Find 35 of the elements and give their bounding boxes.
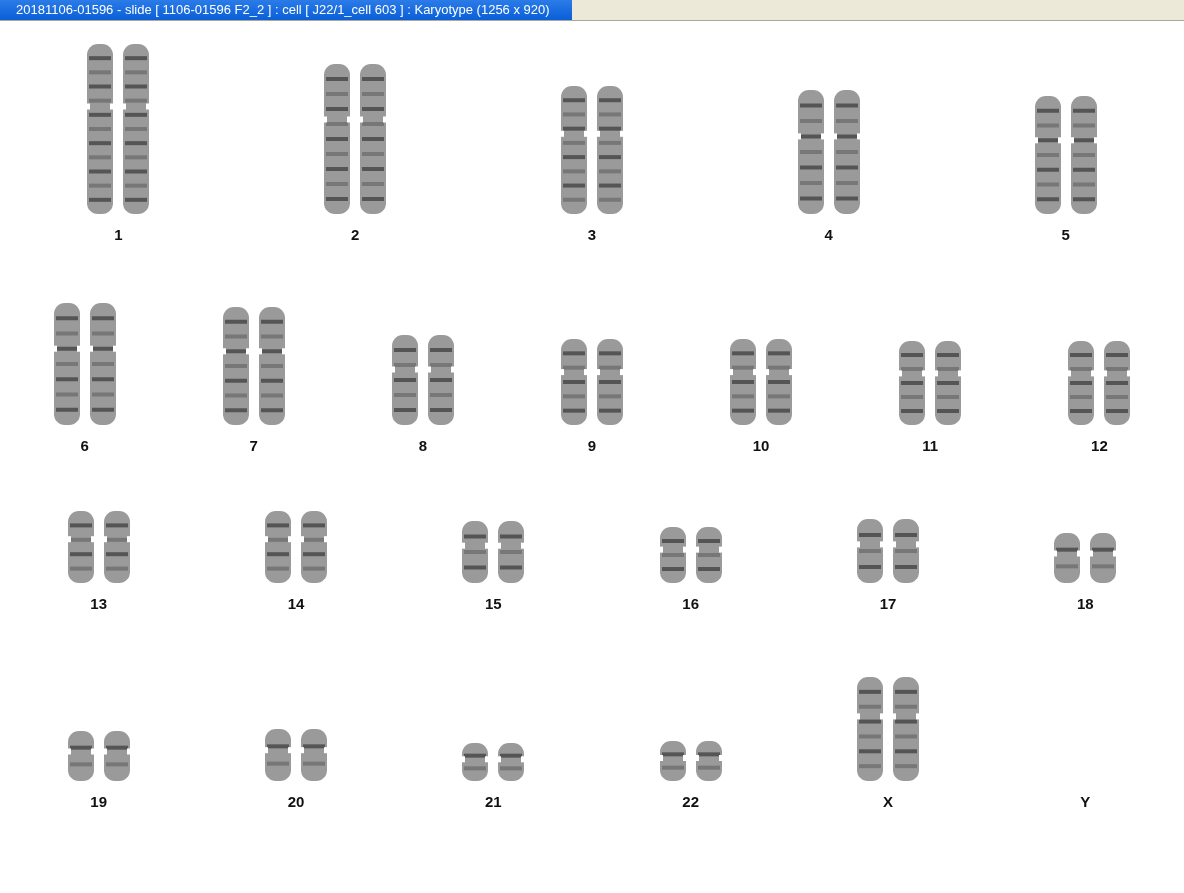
chromosome-number: 14 — [287, 595, 305, 612]
chromosome-number: 4 — [824, 226, 833, 243]
chromosome-number: 11 — [922, 437, 939, 454]
chromosome-number: 12 — [1091, 437, 1108, 454]
chromosome-number: Y — [1080, 793, 1091, 810]
chromosome-pair-drawing — [462, 521, 525, 583]
window-title: 20181106-01596 - slide [ 1106-01596 F2_2 ] : cell [ J22/1_cell 603 ] : Karyotype (1256 x 920) — [0, 0, 572, 20]
chromosome-pair-drawing — [659, 741, 722, 781]
chromosome-pair-drawing — [67, 511, 130, 583]
chromosome-number: 22 — [682, 793, 699, 810]
chromosome-number: 13 — [90, 595, 107, 612]
chromosome-number: 6 — [80, 437, 89, 454]
chromosome-number: 17 — [879, 595, 897, 612]
chromosome-number: 16 — [682, 595, 699, 612]
chromosome-number: 5 — [1061, 226, 1070, 243]
chromosome-pair-drawing — [265, 729, 327, 781]
chromosome-pair-drawing — [1054, 533, 1117, 583]
chromosome-number: 7 — [249, 437, 258, 454]
chromosome-number: 18 — [1076, 595, 1094, 612]
chromosome-pair-drawing — [857, 519, 919, 583]
chromosome-number: 2 — [351, 226, 360, 243]
chromosome-pair-drawing — [67, 731, 130, 781]
chromosome-number: 10 — [752, 437, 770, 454]
chromosome-number: 8 — [418, 437, 427, 454]
chromosome-number: 19 — [90, 793, 107, 810]
chromosome-pair-drawing — [462, 743, 525, 781]
chromosome-number: X — [883, 793, 893, 810]
chromosome-number: 9 — [587, 437, 597, 454]
chromosome-pair-drawing — [659, 527, 722, 583]
chromosome-number: 21 — [484, 793, 502, 810]
chromosome-number: 3 — [587, 226, 597, 243]
chromosome-pair-drawing — [265, 511, 327, 583]
chromosome-number: 20 — [287, 793, 305, 810]
chromosome-number: 15 — [484, 595, 502, 612]
chromosome-number: 1 — [114, 226, 123, 243]
